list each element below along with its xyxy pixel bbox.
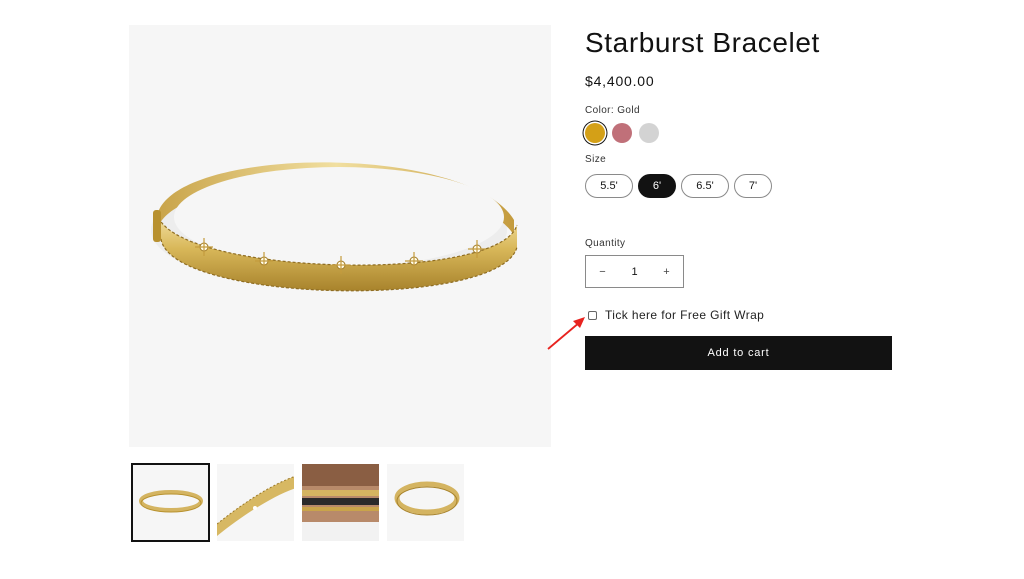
size-option-5-5[interactable]: 5.5' <box>585 174 633 198</box>
size-label: Size <box>585 154 607 165</box>
quantity-input[interactable]: 1 <box>619 266 650 278</box>
thumbnail-image <box>139 490 203 513</box>
gift-wrap-label: Tick here for Free Gift Wrap <box>605 308 765 322</box>
size-option-6[interactable]: 6' <box>638 174 676 198</box>
thumbnail-bracelet-worn[interactable] <box>301 463 380 542</box>
size-options: 5.5' 6' 6.5' 7' <box>585 174 772 198</box>
swatch-rose[interactable] <box>612 123 632 143</box>
thumbnail-image <box>302 464 379 541</box>
thumbnail-image <box>394 481 460 516</box>
thumbnail-bracelet-angle[interactable] <box>386 463 465 542</box>
quantity-decrease-button[interactable]: − <box>586 256 619 287</box>
thumbnail-image <box>217 476 294 536</box>
main-product-image[interactable] <box>129 25 551 447</box>
gift-wrap-option[interactable]: Tick here for Free Gift Wrap <box>588 308 764 322</box>
thumbnail-bracelet-front[interactable] <box>131 463 210 542</box>
swatch-silver[interactable] <box>639 123 659 143</box>
size-option-7[interactable]: 7' <box>734 174 772 198</box>
quantity-stepper: − 1 + <box>585 255 684 288</box>
product-price: $4,400.00 <box>585 73 655 89</box>
quantity-increase-button[interactable]: + <box>650 256 683 287</box>
product-title: Starburst Bracelet <box>585 27 820 58</box>
color-label: Color: Gold <box>585 105 640 116</box>
thumbnail-strip <box>131 463 465 542</box>
thumbnail-bracelet-closeup[interactable] <box>216 463 295 542</box>
add-to-cart-button[interactable]: Add to cart <box>585 336 892 370</box>
annotation-arrow-icon <box>547 317 585 350</box>
gift-wrap-checkbox[interactable] <box>588 310 597 320</box>
swatch-gold[interactable] <box>585 123 605 143</box>
bracelet-image <box>151 162 518 292</box>
color-swatches <box>585 123 659 143</box>
quantity-label: Quantity <box>585 238 626 249</box>
size-option-6-5[interactable]: 6.5' <box>681 174 729 198</box>
